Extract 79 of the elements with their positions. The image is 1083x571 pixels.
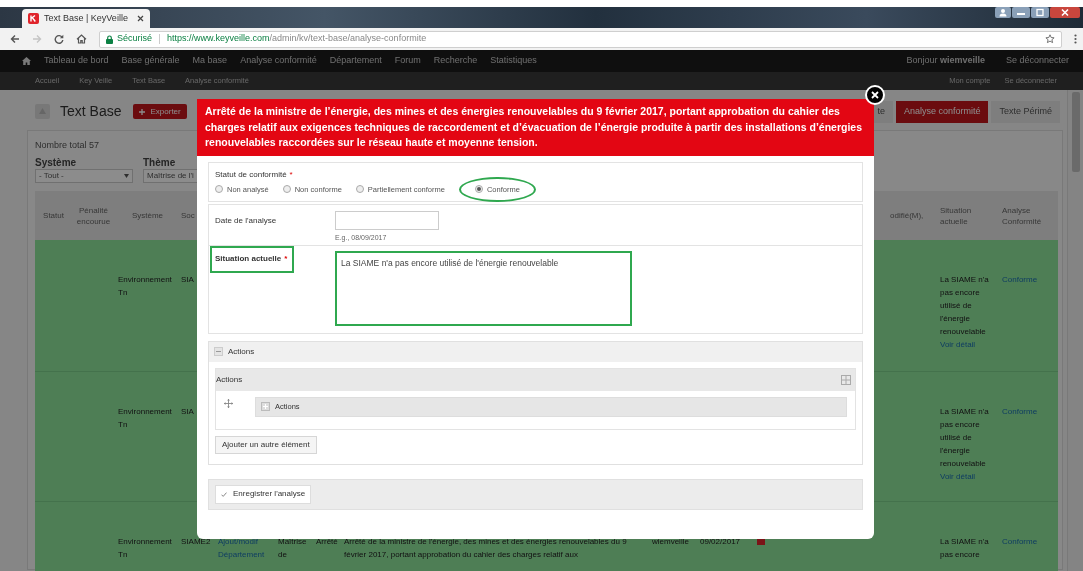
- caret-icon: [124, 174, 129, 178]
- table-cell-text: 09/02/2017: [699, 536, 742, 548]
- total-count: Nombre total 57: [35, 139, 100, 152]
- nav-link[interactable]: Ma base: [192, 54, 228, 68]
- radio-button[interactable]: [215, 185, 223, 194]
- drag-handle-icon[interactable]: [224, 398, 233, 408]
- nav-link[interactable]: Tableau de bord: [44, 54, 109, 68]
- back-icon[interactable]: [10, 34, 20, 44]
- tab-title: Text Base | KeyVeille: [44, 11, 129, 25]
- nav-link[interactable]: Statistiques: [490, 54, 537, 68]
- radio-button[interactable]: [282, 185, 291, 194]
- column-header: Analyse Conformité: [1001, 204, 1043, 227]
- dialog-title: Arrêté de la ministre de l’énergie, des mines et des énergies renouvelables du 9 février 2017, portant approbation du cahier des charges relatif aux exigences techniques de raccordement et d’évacuation de l’énergie produite à partir des installations d’énergies renouvelables raccordées sur le réseau haute et moyenne tension.: [197, 99, 874, 156]
- field-label: Date de l'analyse: [214, 214, 278, 227]
- required-mark: *: [284, 253, 288, 265]
- column-header: Système: [131, 210, 164, 221]
- collapse-toggle[interactable]: Actions: [209, 341, 862, 362]
- home-icon[interactable]: [76, 34, 87, 44]
- minimize-icon[interactable]: [1012, 7, 1030, 18]
- nav-link[interactable]: Analyse conformité: [240, 54, 317, 68]
- table-cell-text: Environnement Tn: [117, 274, 173, 299]
- field-label: Situation actuelle *: [210, 245, 294, 273]
- logout-link[interactable]: Se déconnecter: [1005, 54, 1069, 68]
- lock-icon: [106, 34, 113, 44]
- table-cell-text: La SIAME n'a pas encore utilisé de l'énergie renouvelable: [940, 274, 990, 338]
- check-icon: [221, 491, 227, 497]
- table-cell-text: Arrêté: [315, 536, 339, 548]
- radio-button[interactable]: [355, 185, 364, 194]
- close-icon: [871, 91, 879, 99]
- star-icon[interactable]: [1045, 34, 1055, 44]
- column-header: Situation actuelle: [939, 204, 973, 227]
- plus-icon: [139, 108, 146, 115]
- table-cell-text: Environnement Tn: [117, 536, 173, 561]
- menu-icon[interactable]: [1074, 34, 1077, 44]
- table-cell-text: Environnement Tn: [117, 406, 173, 431]
- table-cell-text: SIAME2: [180, 536, 212, 548]
- table-cell-text: SIA: [180, 406, 195, 418]
- tab[interactable]: Analyse conformité: [895, 100, 989, 123]
- filter-select[interactable]: - Tout -: [35, 169, 133, 183]
- table-cell-text: Arrêté de la ministre de l'énergie, des mines et des énergies renouvelables du 9 février 2017, portant approbation du cahier des charges relatif aux: [343, 536, 628, 561]
- column-header: Pénalité encourue: [75, 204, 112, 227]
- nav-link[interactable]: Département: [329, 54, 382, 68]
- close-icon[interactable]: [1050, 7, 1080, 18]
- nav-link[interactable]: Recherche: [433, 54, 478, 68]
- home-icon[interactable]: [22, 57, 31, 65]
- url-text: https://www.keyveille.com/admin/kv/text-base/analyse-conformite: [167, 32, 427, 46]
- table-cell-text: La SIAME n'a pas encore utilisé de l'énergie renouvelable: [940, 406, 990, 470]
- table-cell-text: wiemveille: [651, 536, 690, 548]
- maximize-icon[interactable]: [1031, 7, 1049, 18]
- page-icon: [35, 104, 50, 119]
- filter-label: Système: [35, 156, 77, 169]
- close-icon[interactable]: [137, 15, 144, 22]
- column-header: Actions: [216, 373, 244, 386]
- logo-icon: [28, 13, 39, 24]
- nav-link[interactable]: Forum: [394, 54, 421, 68]
- nav-link[interactable]: Base générale: [121, 54, 180, 68]
- plus-icon: [261, 402, 270, 411]
- export-button[interactable]: Exporter: [133, 104, 187, 119]
- security-label: Sécurisé: [117, 32, 152, 46]
- browser-tab[interactable]: Text Base | KeyVeille: [22, 9, 150, 28]
- minus-icon: [214, 347, 223, 356]
- text-area[interactable]: La SIAME n'a pas encore utilisé de l'énergie renouvelable: [335, 250, 632, 326]
- filter-label: Thème: [143, 156, 176, 169]
- save-button[interactable]: Enregistrer l'analyse: [215, 484, 312, 504]
- table-cell-text: Maîtrise de: [277, 536, 308, 561]
- table-cell-text: La SIAME n'a pas encore: [940, 536, 990, 561]
- user-icon[interactable]: [995, 7, 1011, 18]
- reload-icon[interactable]: [54, 34, 64, 44]
- radio-button[interactable]: [474, 185, 483, 194]
- required-mark: *: [289, 168, 293, 181]
- greeting-text: Bonjour wiemveille: [906, 54, 985, 68]
- date-field[interactable]: [335, 210, 439, 230]
- add-button[interactable]: Ajouter un autre élément: [215, 435, 317, 454]
- address-bar[interactable]: Sécurisé https://www.keyveille.com/admin/kv/text-base/analyse-conformite: [99, 30, 1062, 48]
- column-header: Statut: [43, 210, 64, 221]
- tab[interactable]: Texte Périmé: [991, 100, 1060, 123]
- page-title: Text Base: [60, 102, 122, 121]
- table-cell-text: SIA: [180, 274, 195, 286]
- scrollbar[interactable]: [1067, 90, 1083, 571]
